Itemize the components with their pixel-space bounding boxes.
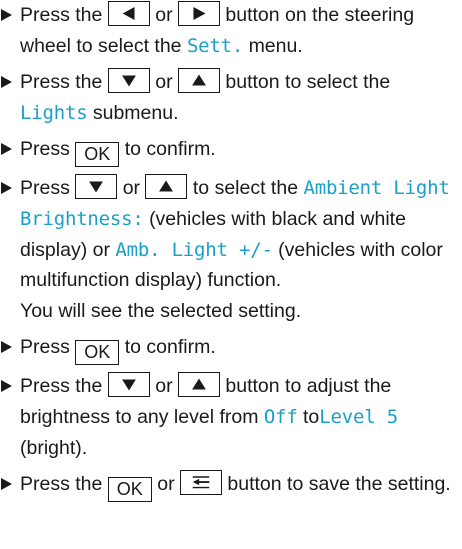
ok-button-icon: OK: [75, 142, 120, 168]
display-text: Amb. Light +/-: [115, 238, 273, 261]
display-text: Sett.: [186, 34, 244, 57]
display-text: Off: [263, 405, 298, 428]
instruction-list: Press the or button on the steering whee…: [0, 0, 462, 503]
step-text: or: [155, 375, 173, 398]
bullet-triangle-icon: [1, 182, 12, 195]
step-text: submenu.: [92, 101, 179, 124]
ok-button-icon: OK: [107, 477, 152, 503]
step-note: You will see the selected setting.: [20, 299, 302, 322]
step-text: or: [157, 473, 175, 496]
list-item: Press the or button to adjust the bright…: [0, 371, 462, 463]
down-button-icon: [107, 68, 150, 94]
step-text: Press the: [20, 4, 103, 26]
step-text: menu.: [248, 34, 303, 57]
down-button-icon: [107, 372, 150, 398]
down-button-icon: [75, 174, 118, 200]
bullet-triangle-icon: [1, 143, 12, 156]
step-text: Press the: [20, 473, 103, 496]
back-button-icon: [179, 470, 222, 496]
right-button-icon: [177, 1, 220, 26]
list-item: Press the or button on the steering whee…: [0, 0, 462, 61]
step-text: Press: [20, 138, 70, 161]
step-text: button to select the: [225, 71, 391, 94]
list-item: Press the or button to select the Lights…: [0, 67, 462, 128]
step-text: Press: [20, 336, 70, 359]
step-text: to: [303, 405, 320, 428]
step-text: to confirm.: [124, 138, 216, 161]
step-text: or: [155, 71, 173, 94]
display-text: Lights: [20, 101, 88, 124]
bullet-triangle-icon: [1, 341, 12, 354]
bullet-triangle-icon: [1, 9, 12, 21]
ok-button-icon: OK: [75, 340, 120, 366]
up-button-icon: [177, 372, 220, 398]
step-text: to select the: [192, 177, 299, 200]
step-text: button to save the setting.: [227, 473, 451, 496]
step-text: (bright).: [20, 436, 88, 459]
instruction-page: Press the or button on the steering whee…: [0, 0, 462, 549]
bullet-triangle-icon: [1, 76, 12, 89]
list-item: Press OK to confirm.: [0, 134, 462, 168]
list-item: Press the OK or button to save the setti…: [0, 469, 462, 503]
left-button-icon: [107, 1, 150, 26]
step-text: Press the: [20, 375, 103, 398]
list-item: Press or to select the Ambient Light Bri…: [0, 173, 462, 326]
display-text: Level 5: [319, 405, 398, 428]
step-text: to confirm.: [124, 336, 216, 359]
step-text: Press: [20, 177, 70, 200]
step-text: or: [122, 177, 141, 200]
bullet-triangle-icon: [1, 478, 12, 491]
step-text: or: [155, 4, 173, 26]
bullet-triangle-icon: [1, 380, 12, 393]
up-button-icon: [177, 68, 220, 94]
step-text: Press the: [20, 71, 103, 94]
list-item: Press OK to confirm.: [0, 332, 462, 366]
up-button-icon: [145, 174, 188, 200]
